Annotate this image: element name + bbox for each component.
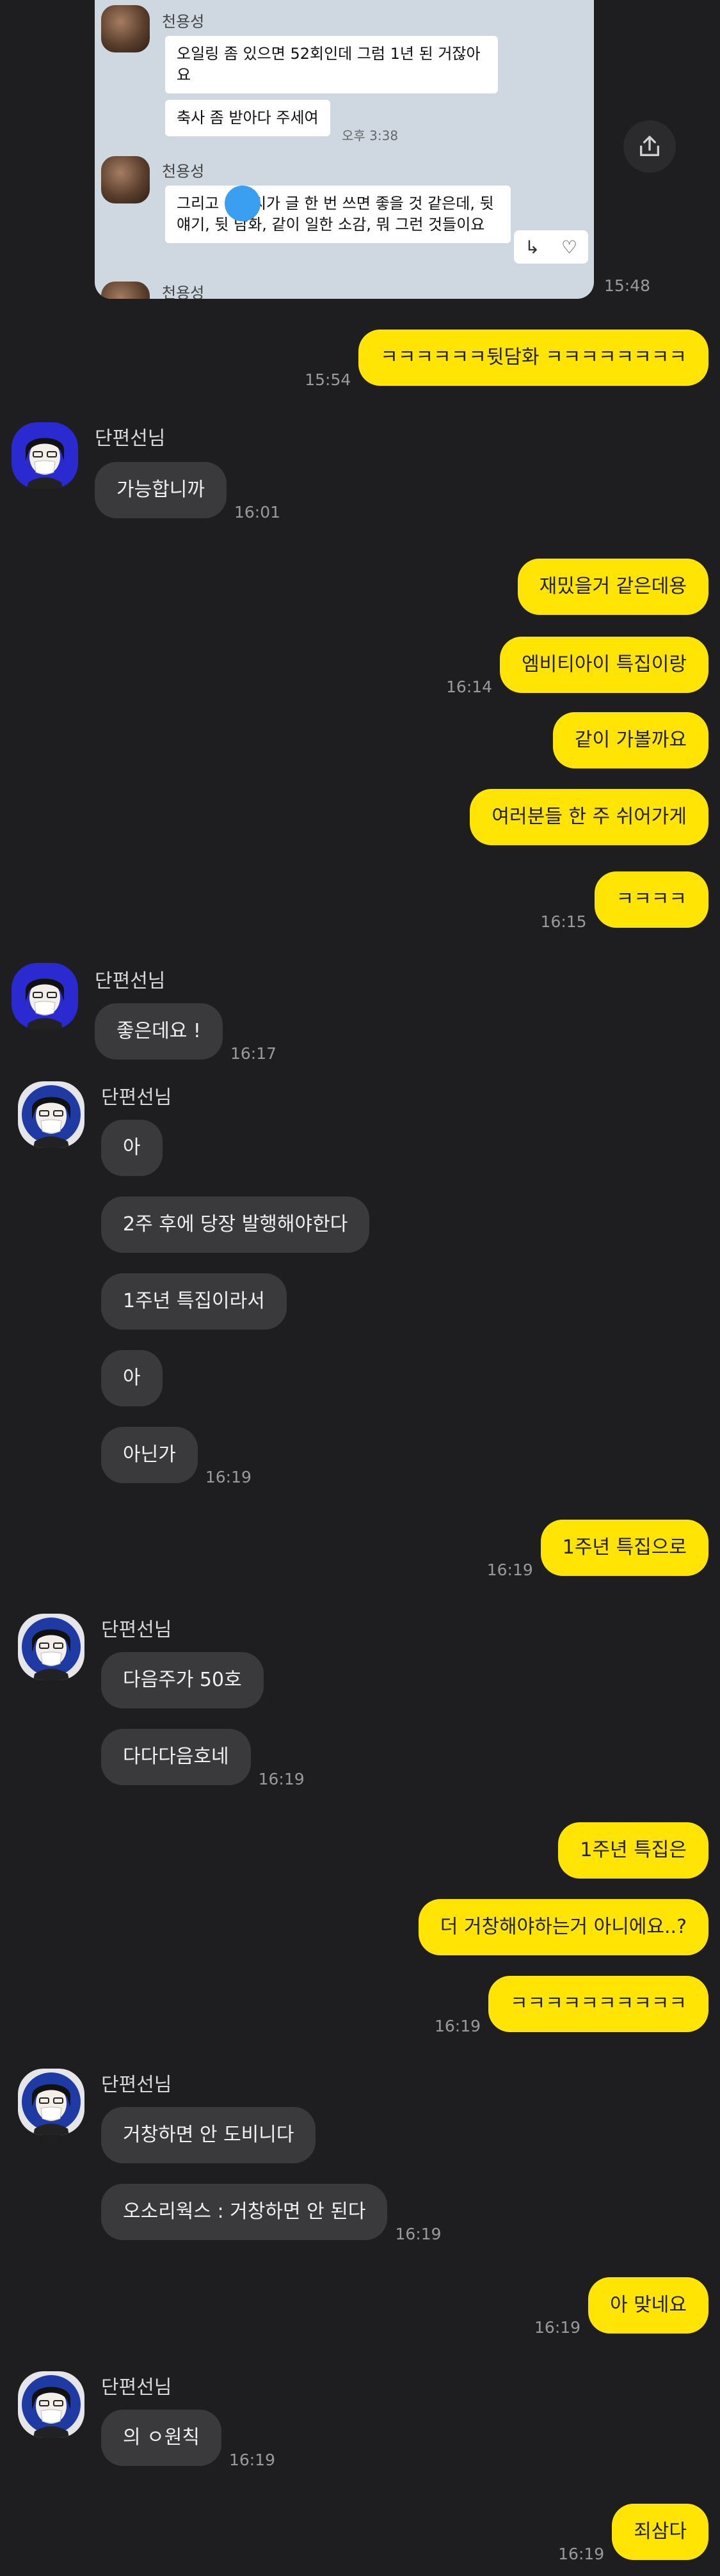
outgoing-message[interactable]: 여러분들 한 주 쉬어가게 (470, 789, 708, 845)
incoming-message[interactable]: 아 (101, 1120, 163, 1176)
message-time: 16:19 (434, 2017, 481, 2035)
privacy-dot (225, 186, 260, 221)
outgoing-message[interactable]: 아 맞네요 (588, 2277, 708, 2334)
message-time: 16:19 (258, 1770, 305, 1788)
message-time: 15:48 (604, 276, 651, 295)
share-icon[interactable] (637, 134, 662, 159)
outgoing-message[interactable]: ㅋㅋㅋㅋ (594, 871, 708, 928)
outgoing-message[interactable]: ㅋㅋㅋㅋㅋㅋ뒷담화 ㅋㅋㅋㅋㅋㅋㅋㅋ (358, 330, 708, 386)
shared-message-part: 그리고 (177, 195, 224, 212)
profile-avatar[interactable] (18, 2371, 84, 2438)
message-time: 16:01 (234, 503, 281, 521)
incoming-message[interactable]: 가능합니까 (95, 462, 227, 518)
sender-name: 단편선님 (101, 2074, 172, 2096)
incoming-message[interactable]: 의 ㅇ원칙 (101, 2410, 221, 2466)
message-time: 16:17 (230, 1044, 277, 1063)
sender-name: 단편선님 (101, 1619, 172, 1641)
sender-name: 단편선님 (95, 427, 166, 450)
profile-avatar[interactable] (12, 422, 78, 489)
profile-avatar[interactable] (18, 2069, 84, 2135)
sender-name: 단편선님 (95, 970, 166, 992)
reaction-buttons[interactable]: ↳ ♡ (514, 230, 588, 264)
outgoing-message[interactable]: 1주년 특집은 (558, 1822, 708, 1879)
outgoing-message[interactable]: 재밌을거 같은데용 (517, 559, 708, 615)
message-time: 16:19 (205, 1468, 252, 1486)
outgoing-message[interactable]: 엠비티아이 특집이랑 (500, 637, 708, 693)
message-time: 16:14 (446, 678, 493, 696)
message-time: 16:19 (558, 2545, 605, 2563)
sender-name: 단편선님 (101, 2376, 172, 2399)
message-time: 15:54 (305, 370, 351, 389)
profile-avatar[interactable] (18, 1081, 84, 1148)
message-time: 16:19 (534, 2318, 581, 2337)
message-time: 16:15 (540, 912, 587, 931)
sender-avatar (101, 156, 150, 203)
incoming-message[interactable]: 좋은데요 ! (95, 1003, 223, 1060)
incoming-message[interactable]: 1주년 특집이라서 (101, 1273, 287, 1330)
message-time: 16:19 (486, 1561, 533, 1579)
profile-avatar[interactable] (18, 1614, 84, 1680)
incoming-message[interactable]: 아 (101, 1350, 163, 1406)
sender-name: 단편선님 (101, 1086, 172, 1109)
outgoing-message[interactable]: 1주년 특집으로 (540, 1520, 708, 1576)
sender-name: 천용성 (162, 284, 205, 299)
outgoing-message[interactable]: 같이 가볼까요 (552, 712, 708, 768)
incoming-message[interactable]: 거창하면 안 도비니다 (101, 2107, 316, 2163)
shared-message: 오일링 좀 있으면 52회인데 그럼 1년 된 거잖아요 (165, 36, 498, 93)
incoming-message[interactable]: 2주 후에 당장 발행해야한다 (101, 1197, 370, 1253)
message-time: 16:19 (228, 2451, 275, 2469)
reply-icon[interactable]: ↳ (525, 237, 540, 258)
share-button[interactable] (623, 120, 676, 173)
sender-avatar (101, 282, 150, 299)
shared-message: 그리고 씨가 글 한 번 쓰면 좋을 것 같은데, 뒷 얘기, 뒷 담화, 같이… (165, 186, 511, 243)
outgoing-message[interactable]: 죄삼다 (612, 2504, 708, 2560)
heart-icon[interactable]: ♡ (561, 237, 577, 258)
incoming-message[interactable]: 다다다음호네 (101, 1729, 251, 1785)
incoming-message[interactable]: 오소리웍스 : 거창하면 안 된다 (101, 2184, 388, 2240)
profile-avatar[interactable] (12, 963, 78, 1030)
incoming-message[interactable]: 다음주가 50호 (101, 1652, 264, 1708)
shared-chat-screenshot[interactable]: 천용성 오일링 좀 있으면 52회인데 그럼 1년 된 거잖아요 축사 좀 받아… (95, 0, 594, 299)
shared-message: 축사 좀 받아다 주세여 (165, 100, 330, 136)
sender-name: 천용성 (162, 13, 205, 31)
shared-message-time: 오후 3:38 (342, 128, 399, 143)
incoming-message[interactable]: 아닌가 (101, 1427, 198, 1483)
sender-name: 천용성 (162, 163, 205, 180)
sender-avatar (101, 5, 150, 52)
outgoing-message[interactable]: 더 거창해야하는거 아니에요..? (418, 1899, 708, 1955)
outgoing-message[interactable]: ㅋㅋㅋㅋㅋㅋㅋㅋㅋㅋ (488, 1976, 708, 2032)
message-time: 16:19 (395, 2225, 442, 2243)
